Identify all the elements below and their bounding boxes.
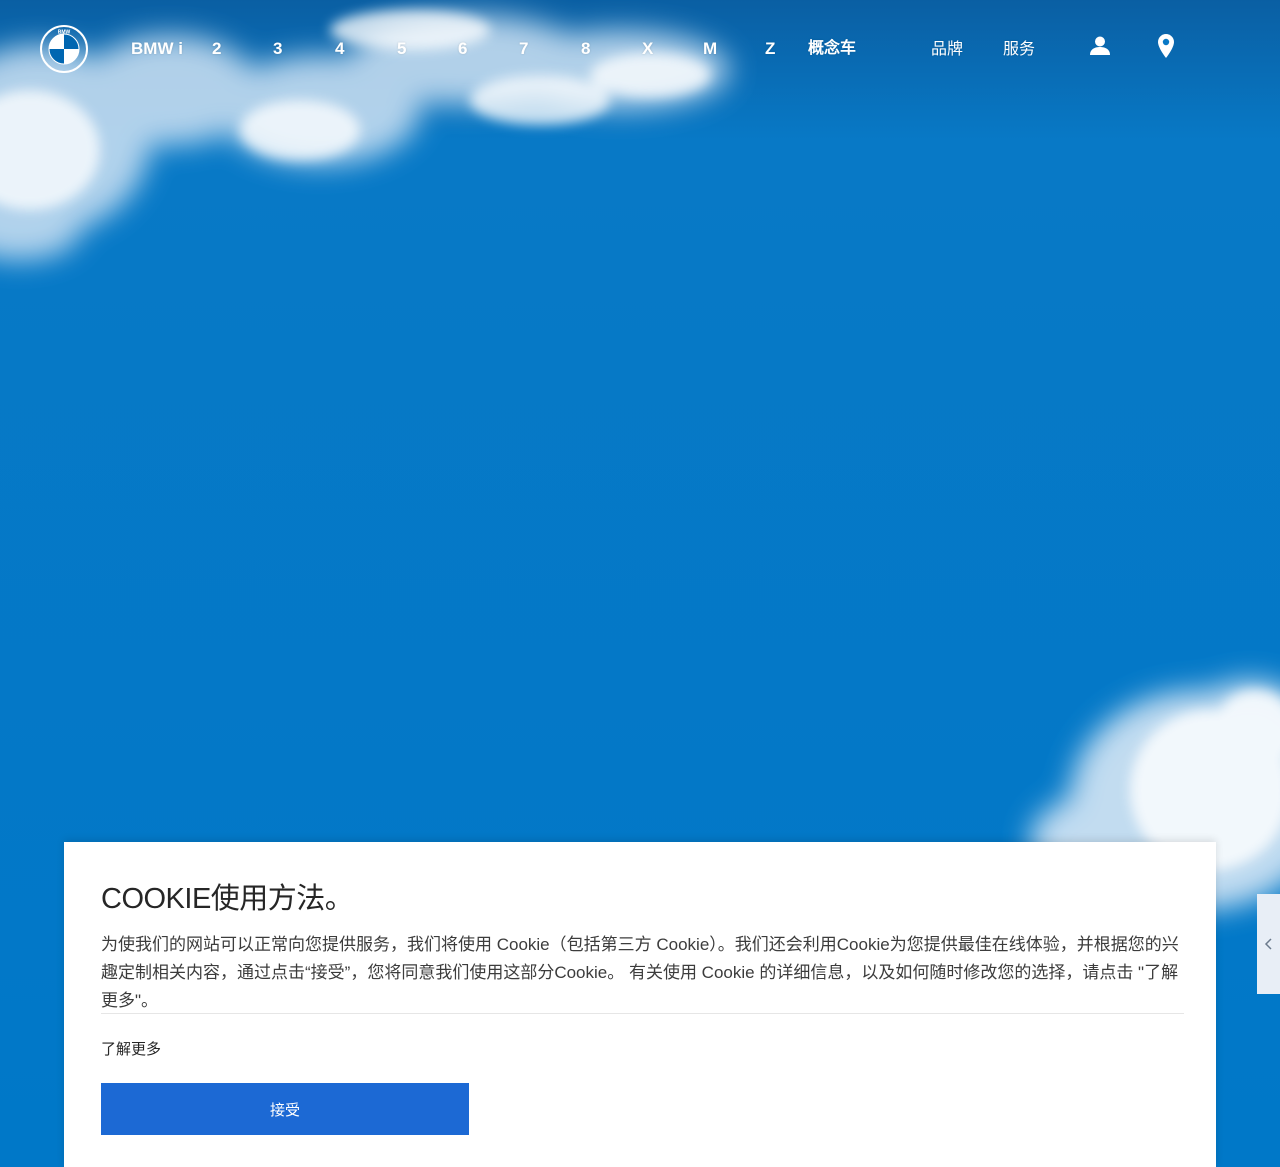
divider bbox=[101, 1013, 1184, 1014]
user-icon[interactable] bbox=[1088, 34, 1112, 58]
nav-item-z-series[interactable]: Z bbox=[765, 37, 775, 61]
nav-item-x-series[interactable]: X bbox=[642, 37, 653, 61]
nav-item-service[interactable]: 服务 bbox=[1003, 38, 1035, 62]
location-pin-icon[interactable] bbox=[1157, 33, 1175, 59]
nav-item-brand[interactable]: 品牌 bbox=[931, 38, 963, 62]
cookie-title: COOKIE使用方法。 bbox=[101, 883, 354, 915]
nav-item-8-series[interactable]: 8 bbox=[581, 37, 590, 61]
nav-item-3-series[interactable]: 3 bbox=[273, 37, 282, 61]
nav-item-bmw-i[interactable]: BMW i bbox=[131, 37, 183, 61]
nav-item-concept-cars[interactable]: 概念车 bbox=[808, 37, 856, 61]
cookie-description: 为使我们的网站可以正常向您提供服务，我们将使用 Cookie（包括第三方 Coo… bbox=[101, 935, 1179, 1010]
learn-more-link[interactable]: 了解更多 bbox=[101, 1038, 161, 1059]
nav-item-2-series[interactable]: 2 bbox=[212, 37, 221, 61]
main-navigation: BMW BMW i 2 3 4 5 6 7 8 X M Z 概念车 品牌 服务 bbox=[0, 0, 1280, 96]
cookie-consent-banner: COOKIE使用方法。 为使我们的网站可以正常向您提供服务，我们将使用 Cook… bbox=[64, 842, 1216, 1167]
chevron-left-icon bbox=[1264, 938, 1272, 950]
nav-item-7-series[interactable]: 7 bbox=[519, 37, 528, 61]
bmw-logo[interactable]: BMW bbox=[40, 25, 88, 73]
nav-item-6-series[interactable]: 6 bbox=[458, 37, 467, 61]
side-panel-toggle[interactable] bbox=[1257, 894, 1280, 994]
nav-item-5-series[interactable]: 5 bbox=[397, 37, 406, 61]
logo-lettering: BMW bbox=[58, 30, 71, 36]
nav-item-m-series[interactable]: M bbox=[703, 37, 717, 61]
nav-item-4-series[interactable]: 4 bbox=[335, 37, 344, 61]
accept-button[interactable]: 接受 bbox=[101, 1083, 469, 1135]
bmw-roundel-icon: BMW bbox=[40, 25, 88, 73]
